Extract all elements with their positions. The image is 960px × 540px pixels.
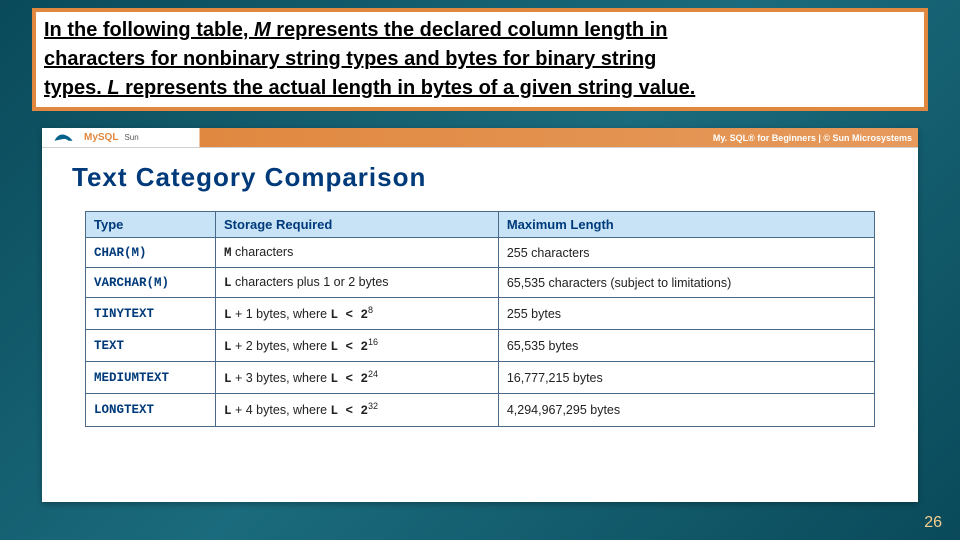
intro-line3c: represents the actual length in bytes of… bbox=[120, 77, 696, 99]
col-maxlen: Maximum Length bbox=[498, 212, 874, 238]
intro-var-l: L bbox=[107, 77, 119, 99]
cell-storage: L characters plus 1 or 2 bytes bbox=[216, 268, 499, 298]
content-panel: MySQL Sun My. SQL® for Beginners | © Sun… bbox=[42, 128, 918, 502]
intro-text-box: In the following table, M represents the… bbox=[32, 8, 928, 111]
intro-line1a: In the following table, bbox=[44, 19, 254, 41]
intro-line3a: types. bbox=[44, 77, 107, 99]
cell-type: LONGTEXT bbox=[86, 394, 216, 426]
cell-maxlen: 16,777,215 bytes bbox=[498, 362, 874, 394]
col-type: Type bbox=[86, 212, 216, 238]
mysql-logo: MySQL Sun bbox=[48, 131, 139, 145]
cell-maxlen: 4,294,967,295 bytes bbox=[498, 394, 874, 426]
cell-type: TEXT bbox=[86, 330, 216, 362]
table-row: MEDIUMTEXTL + 3 bytes, where L < 22416,7… bbox=[86, 362, 875, 394]
table-row: CHAR(M)M characters255 characters bbox=[86, 238, 875, 268]
table-row: VARCHAR(M)L characters plus 1 or 2 bytes… bbox=[86, 268, 875, 298]
cell-storage: M characters bbox=[216, 238, 499, 268]
col-storage: Storage Required bbox=[216, 212, 499, 238]
cell-storage: L + 4 bytes, where L < 232 bbox=[216, 394, 499, 426]
intro-line2: characters for nonbinary string types an… bbox=[44, 48, 656, 70]
intro-line1c: represents the declared column length in bbox=[271, 19, 668, 41]
cell-maxlen: 255 bytes bbox=[498, 298, 874, 330]
slide-heading: Text Category Comparison bbox=[42, 148, 918, 211]
strip-right-text: My. SQL® for Beginners | © Sun Microsyst… bbox=[713, 133, 912, 143]
top-strip: MySQL Sun My. SQL® for Beginners | © Sun… bbox=[42, 128, 918, 148]
sun-text: Sun bbox=[124, 133, 138, 142]
cell-type: MEDIUMTEXT bbox=[86, 362, 216, 394]
page-number: 26 bbox=[924, 514, 942, 532]
cell-maxlen: 255 characters bbox=[498, 238, 874, 268]
cell-maxlen: 65,535 characters (subject to limitation… bbox=[498, 268, 874, 298]
mysql-logo-text: MySQL bbox=[84, 132, 118, 143]
cell-type: CHAR(M) bbox=[86, 238, 216, 268]
cell-type: TINYTEXT bbox=[86, 298, 216, 330]
intro-var-m: M bbox=[254, 19, 271, 41]
cell-type: VARCHAR(M) bbox=[86, 268, 216, 298]
cell-maxlen: 65,535 bytes bbox=[498, 330, 874, 362]
cell-storage: L + 3 bytes, where L < 224 bbox=[216, 362, 499, 394]
table-row: TEXTL + 2 bytes, where L < 21665,535 byt… bbox=[86, 330, 875, 362]
table-header-row: Type Storage Required Maximum Length bbox=[86, 212, 875, 238]
table-row: LONGTEXTL + 4 bytes, where L < 2324,294,… bbox=[86, 394, 875, 426]
dolphin-icon bbox=[52, 131, 82, 145]
comparison-table: Type Storage Required Maximum Length CHA… bbox=[85, 211, 875, 427]
cell-storage: L + 1 bytes, where L < 28 bbox=[216, 298, 499, 330]
cell-storage: L + 2 bytes, where L < 216 bbox=[216, 330, 499, 362]
table-row: TINYTEXTL + 1 bytes, where L < 28255 byt… bbox=[86, 298, 875, 330]
